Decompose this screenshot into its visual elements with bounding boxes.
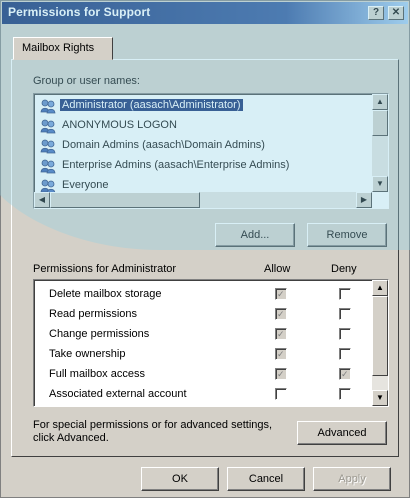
perm-scroll-down-button[interactable]: ▼ (372, 390, 388, 406)
cancel-button[interactable]: Cancel (227, 467, 305, 491)
user-list-item[interactable]: Domain Admins (aasach\Domain Admins) (36, 136, 362, 156)
user-group-icon (40, 139, 56, 154)
check-icon: ✓ (277, 309, 285, 319)
check-icon: ✓ (277, 369, 285, 379)
permission-name: Read permissions (49, 308, 138, 320)
user-list-item[interactable]: Administrator (aasach\Administrator) (36, 96, 362, 116)
chevron-left-icon: ◀ (38, 195, 46, 204)
deny-checkbox[interactable] (339, 288, 351, 300)
allow-column-header: Allow (264, 263, 291, 275)
cancel-button-label: Cancel (248, 473, 284, 485)
user-group-icon (40, 159, 56, 174)
chevron-down-icon: ▼ (376, 179, 384, 188)
tab-mailbox-rights[interactable]: Mailbox Rights (13, 37, 113, 60)
deny-checkbox[interactable] (339, 348, 351, 360)
permissions-label: Permissions for Administrator (33, 263, 177, 275)
chevron-up-icon: ▲ (376, 283, 384, 292)
permission-row: Read permissions ✓ (34, 304, 372, 324)
deny-checkbox[interactable] (339, 308, 351, 320)
window-title: Permissions for Support (8, 5, 151, 19)
user-list[interactable]: Administrator (aasach\Administrator) ANON… (33, 93, 389, 209)
chevron-up-icon: ▲ (376, 97, 384, 106)
permission-row: Take ownership ✓ (34, 344, 372, 364)
user-list-item[interactable]: Enterprise Admins (aasach\Enterprise Adm… (36, 156, 362, 176)
user-group-icon (40, 119, 56, 134)
allow-checkbox[interactable]: ✓ (275, 348, 287, 360)
perm-scroll-up-button[interactable]: ▲ (372, 280, 388, 296)
check-icon: ✓ (341, 369, 349, 379)
permissions-list[interactable]: Delete mailbox storage ✓ Read permissions ✓… (33, 279, 389, 407)
permission-row: Full mailbox access ✓ ✓ (34, 364, 372, 384)
close-icon: ✕ (391, 7, 401, 18)
user-name: ANONYMOUS LOGON (62, 119, 177, 131)
deny-checkbox[interactable] (339, 388, 351, 400)
chevron-down-icon: ▼ (376, 393, 384, 402)
user-name: Domain Admins (aasach\Domain Admins) (62, 139, 265, 151)
add-button[interactable]: Add... (215, 223, 295, 247)
user-list-hscrollbar[interactable]: ◀ ▶ (34, 192, 372, 208)
permission-row: Delete mailbox storage ✓ (34, 284, 372, 304)
allow-checkbox[interactable]: ✓ (275, 308, 287, 320)
permission-name: Associated external account (49, 388, 187, 400)
ok-button[interactable]: OK (141, 467, 219, 491)
scroll-right-button[interactable]: ▶ (356, 192, 372, 208)
permissions-vscroll-thumb[interactable] (372, 296, 388, 376)
check-icon: ✓ (277, 329, 285, 339)
deny-column-header: Deny (331, 263, 357, 275)
apply-button-label: Apply (338, 473, 366, 485)
advanced-button-label: Advanced (317, 427, 367, 439)
remove-button-label: Remove (326, 229, 368, 241)
allow-checkbox[interactable]: ✓ (275, 288, 287, 300)
user-name: Everyone (62, 179, 109, 191)
permission-name: Take ownership (49, 348, 126, 360)
check-icon: ✓ (277, 289, 285, 299)
permission-name: Delete mailbox storage (49, 288, 162, 300)
permission-name: Change permissions (49, 328, 150, 340)
user-list-vscroll-thumb[interactable] (372, 110, 388, 136)
permission-row: Change permissions ✓ (34, 324, 372, 344)
user-group-icon (40, 99, 56, 114)
close-button[interactable]: ✕ (388, 6, 404, 20)
ok-button-label: OK (172, 473, 188, 485)
help-icon: ? (372, 7, 380, 18)
permission-row: Associated external account (34, 384, 372, 404)
deny-checkbox[interactable]: ✓ (339, 368, 351, 380)
remove-button[interactable]: Remove (307, 223, 387, 247)
permission-name: Full mailbox access (49, 368, 145, 380)
user-list-hscroll-thumb[interactable] (50, 192, 200, 208)
deny-checkbox[interactable] (339, 328, 351, 340)
help-button[interactable]: ? (368, 6, 384, 20)
chevron-right-icon: ▶ (360, 195, 368, 204)
apply-button: Apply (313, 467, 391, 491)
user-name: Administrator (aasach\Administrator) (59, 98, 244, 112)
allow-checkbox[interactable]: ✓ (275, 368, 287, 380)
allow-checkbox[interactable] (275, 388, 287, 400)
advanced-button[interactable]: Advanced (297, 421, 387, 445)
tab-label: Mailbox Rights (22, 42, 95, 54)
user-name: Enterprise Admins (aasach\Enterprise Adm… (62, 159, 290, 171)
scroll-up-button[interactable]: ▲ (372, 94, 388, 110)
scroll-left-button[interactable]: ◀ (34, 192, 50, 208)
permissions-dialog: Permissions for Support ? ✕ Mailbox Righ… (0, 0, 410, 498)
permissions-vscrollbar[interactable]: ▲ ▼ (372, 280, 388, 406)
group-label: Group or user names: (33, 75, 140, 87)
advanced-note: For special permissions or for advanced … (33, 419, 273, 444)
scroll-down-button[interactable]: ▼ (372, 176, 388, 192)
title-bar[interactable]: Permissions for Support ? ✕ (2, 2, 408, 24)
allow-checkbox[interactable]: ✓ (275, 328, 287, 340)
user-list-vscrollbar[interactable]: ▲ ▼ (372, 94, 388, 192)
check-icon: ✓ (277, 349, 285, 359)
user-list-item[interactable]: ANONYMOUS LOGON (36, 116, 362, 136)
add-button-label: Add... (240, 229, 270, 241)
